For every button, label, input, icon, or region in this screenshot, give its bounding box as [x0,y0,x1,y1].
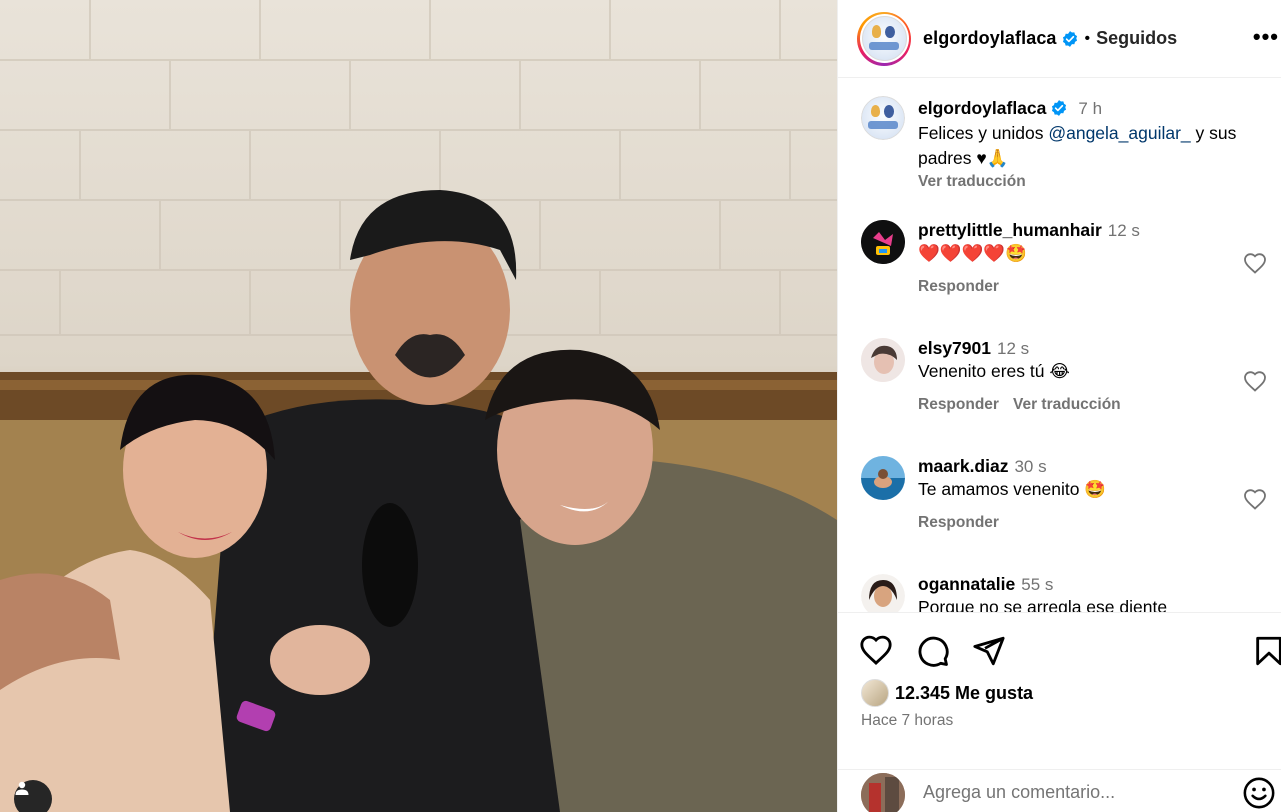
comment-composer [838,769,1281,812]
comment-avatar[interactable] [861,338,905,382]
heart-icon[interactable] [1243,252,1267,276]
bookmark-icon[interactable] [1252,634,1281,668]
caption-avatar[interactable] [861,96,905,140]
caption-mention-link[interactable]: @angela_aguilar_ [1048,123,1190,143]
comment-item: ogannatalie 55 s Porque no se arregla ese… [861,574,1261,612]
comment-username[interactable]: prettylittle_humanhair [918,220,1102,240]
caption-username[interactable]: elgordoylaflaca [918,98,1046,118]
comment-username[interactable]: maark.diaz [918,456,1008,476]
comment-username[interactable]: ogannatalie [918,574,1015,594]
share-icon[interactable] [972,634,1006,668]
verified-badge-icon [1052,100,1067,116]
author-avatar [861,16,907,61]
comment-text: Venenito eres tú 😂 [918,361,1070,381]
translate-link[interactable]: Ver traducción [1013,396,1121,413]
post-photo-illustration [0,0,837,812]
heart-icon[interactable] [1243,488,1267,512]
post-header: elgordoylaflaca • Seguidos ••• [838,0,1281,78]
caption-text-start: Felices y unidos [918,123,1049,143]
author-avatar-ring[interactable] [857,11,911,66]
reply-button[interactable]: Responder [918,514,999,531]
comment-text: Te amamos venenito 🤩 [918,479,1107,499]
comment-avatar[interactable] [861,456,905,500]
caption-text: Felices y unidos @angela_aguilar_ y sus … [918,121,1258,171]
tagged-users-button[interactable] [14,780,52,812]
caption: elgordoylaflaca 7 h Felices y unidos @an… [861,96,1261,216]
post-side-panel: elgordoylaflaca • Seguidos ••• elgordoyl… [837,0,1281,812]
comment-text: Porque no se arregla ese diente [918,597,1168,612]
likes-count[interactable]: 12.345 Me gusta [895,683,1033,704]
comment-time[interactable]: 30 s [1014,457,1046,476]
comment-time[interactable]: 12 s [1108,221,1140,240]
verified-badge-icon [1062,30,1077,47]
comment-avatar[interactable] [861,574,905,612]
post-actions: 12.345 Me gusta Hace 7 horas [838,612,1281,812]
more-options-icon[interactable]: ••• [1253,24,1279,50]
author-username[interactable]: elgordoylaflaca [923,28,1057,49]
likes-summary[interactable]: 12.345 Me gusta [861,679,1033,707]
post-photo[interactable] [0,0,837,812]
comment-item: prettylittle_humanhair 12 s ❤️❤️❤️❤️🤩 Res… [861,220,1266,330]
reply-button[interactable]: Responder [918,278,999,295]
reply-button[interactable]: Responder [918,396,999,413]
comment-item: maark.diaz 30 s Te amamos venenito 🤩 Resp… [861,456,1266,566]
heart-icon[interactable] [1243,370,1267,394]
comment-avatar[interactable] [861,220,905,264]
following-button[interactable]: Seguidos [1096,28,1177,49]
comment-input[interactable] [923,782,1223,803]
liker-avatar [861,679,889,707]
comments-list[interactable]: elgordoylaflaca 7 h Felices y unidos @an… [838,79,1281,612]
user-tag-icon [15,781,29,795]
emoji-icon[interactable] [1242,776,1276,810]
comment-icon[interactable] [916,634,950,668]
post-timestamp[interactable]: Hace 7 horas [861,712,953,730]
header-separator: • [1084,29,1091,47]
current-user-avatar [861,773,905,812]
comment-time[interactable]: 55 s [1021,575,1053,594]
heart-icon[interactable] [859,634,893,668]
caption-time[interactable]: 7 h [1078,99,1102,118]
comment-text: ❤️❤️❤️❤️🤩 [918,243,1027,263]
caption-translate-link[interactable]: Ver traducción [918,173,1258,191]
comment-item: elsy7901 12 s Venenito eres tú 😂 Responde… [861,338,1266,448]
comment-username[interactable]: elsy7901 [918,338,991,358]
comment-time[interactable]: 12 s [997,339,1029,358]
